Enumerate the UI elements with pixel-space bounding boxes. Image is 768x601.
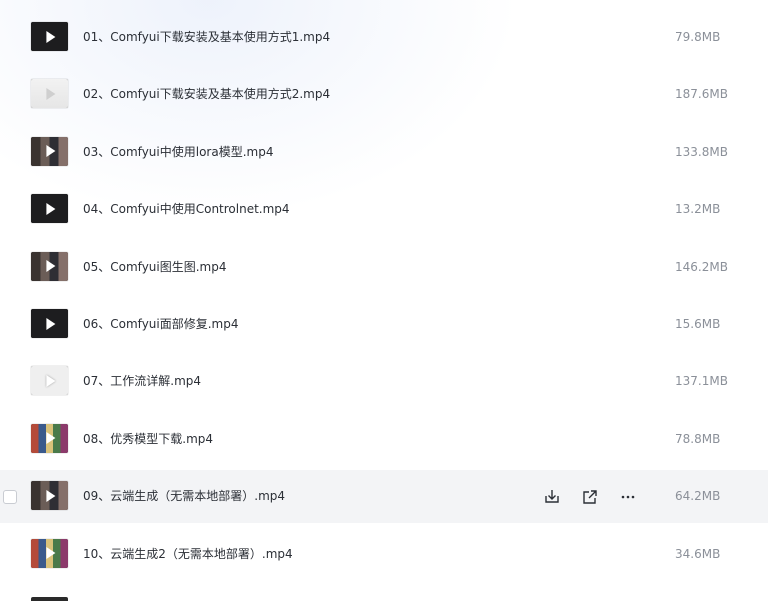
play-icon <box>45 202 55 215</box>
file-size: 34.6MB <box>675 546 721 561</box>
file-row[interactable]: 07、工作流详解.mp4 137.1MB <box>0 355 768 408</box>
file-size: 187.6MB <box>675 87 728 102</box>
file-row[interactable]: 09、云端生成（无需本地部署）.mp4 64.2MB <box>0 470 768 524</box>
video-thumbnail[interactable] <box>31 366 68 396</box>
file-name[interactable]: 03、Comfyui中使用lora模型.mp4 <box>83 126 273 179</box>
file-name[interactable]: 08、优秀模型下载.mp4 <box>83 413 213 466</box>
share-icon[interactable] <box>580 487 600 507</box>
play-icon <box>45 30 55 43</box>
next-row-thumbnail <box>31 597 68 601</box>
file-size: 137.1MB <box>675 374 728 389</box>
file-row[interactable]: 08、优秀模型下载.mp4 78.8MB <box>0 413 768 466</box>
file-name[interactable]: 07、工作流详解.mp4 <box>83 355 201 408</box>
file-row[interactable]: 10、云端生成2（无需本地部署）.mp4 34.6MB <box>0 528 768 581</box>
file-name[interactable]: 09、云端生成（无需本地部署）.mp4 <box>83 470 285 523</box>
play-icon <box>45 145 55 158</box>
file-row[interactable]: 01、Comfyui下载安装及基本使用方式1.mp4 79.8MB <box>0 11 768 64</box>
file-size: 79.8MB <box>675 30 721 44</box>
file-size: 13.2MB <box>675 202 721 217</box>
file-name[interactable]: 06、Comfyui面部修复.mp4 <box>83 298 239 351</box>
video-thumbnail[interactable] <box>31 22 68 51</box>
video-thumbnail[interactable] <box>31 79 68 109</box>
play-icon <box>45 432 55 445</box>
video-thumbnail[interactable] <box>31 136 68 166</box>
file-size: 15.6MB <box>675 317 721 331</box>
play-icon <box>45 317 55 330</box>
download-icon[interactable] <box>542 487 562 507</box>
file-name[interactable]: 02、Comfyui下载安装及基本使用方式2.mp4 <box>83 68 330 121</box>
file-row[interactable]: 03、Comfyui中使用lora模型.mp4 133.8MB <box>0 126 768 179</box>
play-icon <box>45 547 55 560</box>
file-row[interactable]: 04、Comfyui中使用Controlnet.mp4 13.2MB <box>0 183 768 236</box>
file-size: 64.2MB <box>675 489 721 504</box>
row-checkbox[interactable] <box>3 490 17 505</box>
file-row[interactable]: 02、Comfyui下载安装及基本使用方式2.mp4 187.6MB <box>0 68 768 121</box>
file-row[interactable]: 06、Comfyui面部修复.mp4 15.6MB <box>0 298 768 351</box>
file-row[interactable]: 05、Comfyui图生图.mp4 146.2MB <box>0 241 768 294</box>
file-size: 146.2MB <box>675 259 728 274</box>
file-size: 78.8MB <box>675 431 721 446</box>
play-icon <box>45 260 55 273</box>
file-name[interactable]: 01、Comfyui下载安装及基本使用方式1.mp4 <box>83 11 330 64</box>
file-name[interactable]: 05、Comfyui图生图.mp4 <box>83 241 227 294</box>
video-thumbnail[interactable] <box>31 194 68 224</box>
more-icon[interactable] <box>618 487 638 507</box>
file-name[interactable]: 10、云端生成2（无需本地部署）.mp4 <box>83 528 293 581</box>
video-thumbnail[interactable] <box>31 251 68 281</box>
play-icon <box>45 87 55 100</box>
video-thumbnail[interactable] <box>31 309 68 338</box>
play-icon <box>45 489 55 502</box>
video-thumbnail[interactable] <box>31 538 68 568</box>
file-size: 133.8MB <box>675 144 728 159</box>
video-thumbnail[interactable] <box>31 423 68 453</box>
video-thumbnail[interactable] <box>31 481 68 511</box>
file-name[interactable]: 04、Comfyui中使用Controlnet.mp4 <box>83 183 290 236</box>
play-icon <box>45 374 55 387</box>
